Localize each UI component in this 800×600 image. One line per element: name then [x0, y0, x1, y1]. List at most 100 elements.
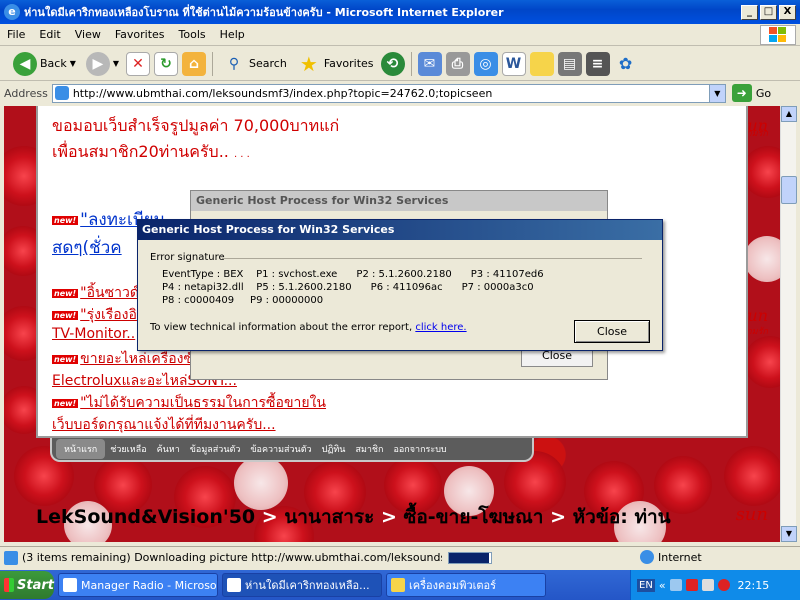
news-item-text: "รุ่งเรืองอิ: [80, 307, 137, 323]
promo-line-2-dots: . . .: [233, 149, 250, 160]
news-item-text: "อิ้นซาวด์: [80, 285, 139, 301]
taskbar-task[interactable]: Manager Radio - Microso...: [58, 573, 218, 597]
news-item[interactable]: new! "อิ้นซาวด์: [52, 282, 139, 304]
nav-profile[interactable]: ข้อมูลส่วนตัว: [185, 442, 246, 456]
nav-messages[interactable]: ข้อความส่วนตัว: [245, 442, 316, 456]
maximize-button[interactable]: □: [760, 4, 777, 20]
msn-butterfly-icon[interactable]: ✿: [614, 52, 638, 76]
messenger-icon[interactable]: ◎: [473, 51, 498, 76]
new-badge: new!: [52, 398, 79, 408]
windows-logo-icon: [760, 25, 796, 45]
address-url: http://www.ubmthai.com/leksoundsmf3/inde…: [72, 86, 493, 100]
technical-info-text: To view technical information about the …: [150, 322, 467, 333]
menu-help[interactable]: Help: [213, 28, 252, 41]
nav-calendar[interactable]: ปฏิทิน: [317, 442, 351, 456]
error-dialog: Generic Host Process for Win32 Services …: [137, 219, 663, 351]
window-title: ห่านใดมีเคาริกทองเหลืองโบราณ ที่ใช้ต่านไ…: [24, 6, 504, 19]
taskbar-task[interactable]: เครื่องคอมพิวเตอร์: [386, 573, 546, 597]
news-item[interactable]: TV-Monitor..: [52, 326, 135, 342]
blocked-icon[interactable]: [717, 579, 730, 591]
ie-icon: e: [4, 4, 20, 20]
loading-page-icon: [4, 550, 18, 565]
breadcrumb-separator: >: [550, 506, 567, 528]
address-input[interactable]: http://www.ubmthai.com/leksoundsmf3/inde…: [51, 83, 726, 103]
app-icon: [63, 578, 77, 592]
error-close-button[interactable]: Close: [574, 320, 650, 343]
vertical-scrollbar[interactable]: ▲ ▼: [780, 106, 797, 542]
search-label: Search: [249, 57, 287, 70]
nav-members[interactable]: สมาชิก: [350, 442, 388, 456]
back-button[interactable]: ◀ Back ▼: [10, 50, 79, 78]
zone-label: Internet: [658, 550, 702, 564]
task-label: Manager Radio - Microso...: [81, 578, 218, 592]
nav-search[interactable]: ค้นหา: [152, 442, 185, 456]
breadcrumb-board[interactable]: นานาสาระ: [284, 506, 374, 528]
error-signature-row-3: P8 : c0000409 P9 : 00000000: [162, 295, 324, 306]
minimize-button[interactable]: _: [741, 4, 758, 20]
nav-help[interactable]: ช่วยเหลือ: [105, 442, 151, 456]
search-icon: ⚲: [228, 55, 240, 72]
menu-edit[interactable]: Edit: [32, 28, 67, 41]
breadcrumb-separator: >: [380, 506, 397, 528]
breadcrumb-category[interactable]: ซื้อ-ขาย-โฆษณา: [403, 506, 543, 528]
windows-flag-icon: [4, 578, 15, 592]
scroll-up-icon[interactable]: ▲: [781, 106, 797, 122]
bookmark-icon[interactable]: ≡: [585, 51, 610, 76]
nav-logout[interactable]: ออกจากระบบ: [389, 442, 452, 456]
favorites-button[interactable]: ★ Favorites: [294, 50, 377, 78]
error-dialog-background-title: Generic Host Process for Win32 Services: [191, 191, 607, 211]
address-bar: Address http://www.ubmthai.com/leksounds…: [0, 82, 800, 104]
home-icon[interactable]: ⌂: [182, 51, 207, 76]
news-item[interactable]: เว็บบอร์ดกรุณาแจ้งได้ที่ทีมงานครับ...: [52, 414, 276, 436]
ie-icon: [227, 578, 241, 592]
window-controls: _ □ X: [741, 4, 796, 20]
history-icon[interactable]: ⟲: [380, 51, 405, 76]
go-button[interactable]: ➜ Go: [731, 84, 772, 102]
volume-icon[interactable]: [701, 579, 714, 591]
menu-tools[interactable]: Tools: [172, 28, 213, 41]
headline-link-2[interactable]: สดๆ(ชั่วค: [52, 234, 122, 261]
new-badge: new!: [52, 354, 79, 364]
menu-favorites[interactable]: Favorites: [108, 28, 172, 41]
start-button[interactable]: Start: [0, 571, 54, 599]
favorites-star-icon: ★: [299, 51, 318, 76]
research-icon[interactable]: ▤: [557, 51, 582, 76]
address-dropdown-icon[interactable]: ▼: [708, 84, 725, 102]
security-alert-icon[interactable]: [685, 579, 698, 591]
back-dropdown-icon[interactable]: ▼: [70, 59, 76, 68]
forward-button[interactable]: ▶ ▼: [83, 50, 122, 78]
error-signature-label: Error signature: [150, 252, 225, 263]
close-window-button[interactable]: X: [779, 4, 796, 20]
refresh-icon[interactable]: ↻: [154, 51, 179, 76]
news-item[interactable]: new! ขายอะไหล่เครื่องซั: [52, 348, 193, 370]
breadcrumb-site[interactable]: LekSound&Vision'50: [36, 506, 255, 528]
system-tray: EN « 22:15: [630, 570, 800, 600]
toolbar-separator: [410, 51, 412, 76]
edit-word-icon[interactable]: W: [501, 51, 526, 76]
taskbar-task[interactable]: ห่านใดมีเคาริกทองเหลือ...: [222, 573, 382, 597]
forward-dropdown-icon[interactable]: ▼: [113, 59, 119, 68]
language-indicator[interactable]: EN: [637, 578, 655, 592]
scroll-down-icon[interactable]: ▼: [781, 526, 797, 542]
new-badge: new!: [52, 215, 79, 225]
menu-view[interactable]: View: [68, 28, 108, 41]
technical-info-link[interactable]: click here.: [415, 322, 466, 333]
task-label: เครื่องคอมพิวเตอร์: [409, 579, 497, 592]
search-button[interactable]: ⚲ Search: [219, 50, 290, 78]
mail-icon[interactable]: ✉: [417, 51, 442, 76]
error-dialog-title: Generic Host Process for Win32 Services: [138, 220, 662, 240]
scroll-thumb[interactable]: [781, 176, 797, 204]
news-item[interactable]: new! "รุ่งเรืองอิ: [52, 304, 137, 326]
error-signature-row-1: EventType : BEX P1 : svchost.exe P2 : 5.…: [162, 269, 544, 280]
go-label: Go: [755, 86, 772, 100]
news-item[interactable]: new! "ไม่ได้รับความเป็นธรรมในการซื้อขายใน: [52, 392, 326, 414]
nav-home[interactable]: หน้าแรก: [56, 439, 106, 459]
network-icon[interactable]: [669, 579, 682, 591]
folder-icon[interactable]: [529, 51, 554, 76]
stop-icon[interactable]: ✕: [126, 51, 151, 76]
tray-expand-icon[interactable]: «: [659, 579, 666, 592]
menu-file[interactable]: File: [0, 28, 32, 41]
forward-arrow-icon: ▶: [85, 51, 110, 76]
print-icon[interactable]: ⎙: [445, 51, 470, 76]
toolbar-separator: [212, 51, 214, 76]
